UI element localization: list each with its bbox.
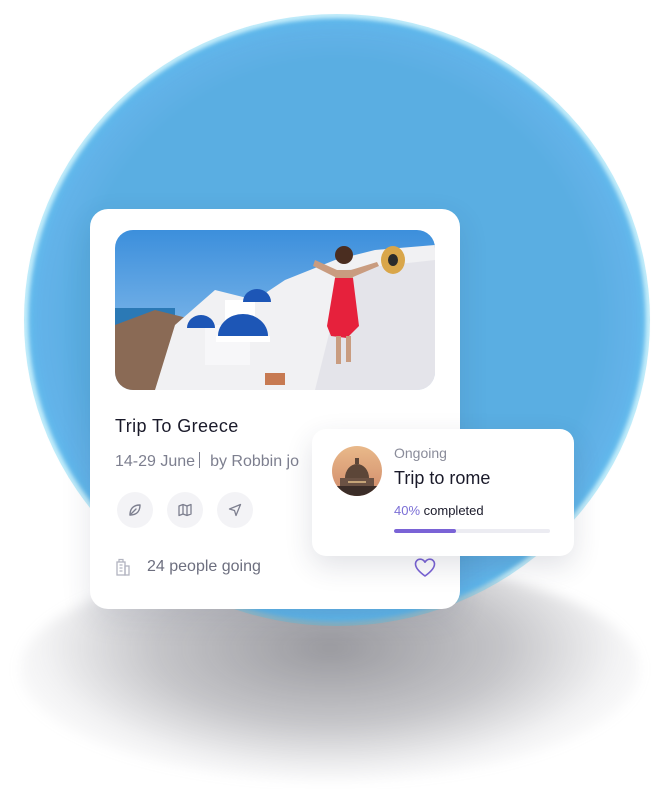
leaf-icon <box>129 504 141 516</box>
rome-basilica-image <box>332 446 382 496</box>
santorini-image <box>115 230 435 390</box>
progress-bar <box>394 529 550 533</box>
meta-divider <box>199 452 201 468</box>
people-going: 24 people going <box>115 558 261 576</box>
trip-photo <box>115 230 435 390</box>
progress-label: 40% completed <box>394 503 484 518</box>
trip-title: Trip To Greece <box>115 416 239 436</box>
trip-organizer: by Robbin jo <box>210 453 300 470</box>
trip-dates: 14-29 June <box>115 453 196 470</box>
favorite-button[interactable] <box>413 556 437 580</box>
heart-icon <box>414 558 436 577</box>
map-icon <box>178 503 192 517</box>
progress-percent: 40% <box>394 503 421 518</box>
ongoing-trip-title: Trip to rome <box>394 468 491 488</box>
progress-bar-fill <box>394 529 457 533</box>
ongoing-status: Ongoing <box>394 445 447 461</box>
trip-action-icons <box>117 492 253 528</box>
people-going-label: 24 people going <box>147 558 261 575</box>
navigation-button[interactable] <box>217 492 253 528</box>
leaf-button[interactable] <box>117 492 153 528</box>
navigation-arrow-icon <box>228 503 242 517</box>
map-button[interactable] <box>167 492 203 528</box>
building-icon <box>116 558 130 576</box>
ongoing-trip-card[interactable]: Ongoing Trip to rome 40% completed <box>312 429 574 556</box>
progress-suffix: completed <box>420 503 484 518</box>
trip-meta: 14-29 June by Robbin jo <box>115 452 299 471</box>
rome-avatar <box>332 446 382 496</box>
